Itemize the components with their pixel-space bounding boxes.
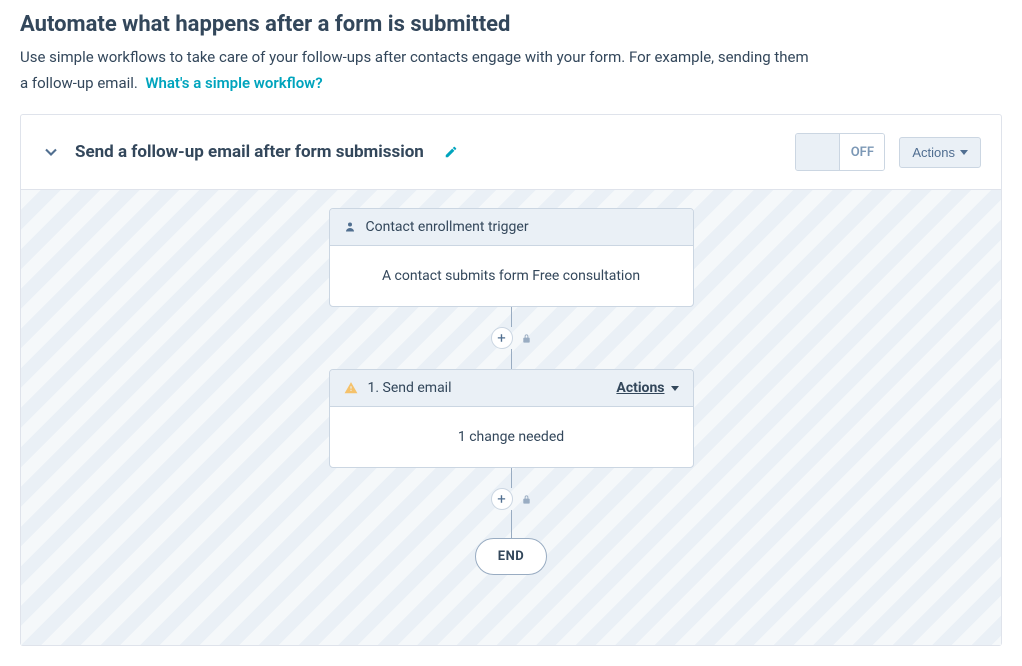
lock-icon	[521, 493, 532, 506]
connector-line	[511, 349, 512, 369]
workflow-panel-header: Send a follow-up email after form submis…	[21, 115, 1001, 190]
trigger-node-header: Contact enrollment trigger	[330, 209, 693, 246]
step-title: 1. Send email	[368, 380, 452, 396]
workflow-actions-button[interactable]: Actions	[899, 137, 981, 168]
page-description-text: Use simple workflows to take care of you…	[20, 48, 809, 92]
add-step-row-2: +	[491, 488, 532, 510]
workflow-actions-label: Actions	[912, 145, 955, 160]
add-step-button[interactable]: +	[491, 488, 513, 510]
simple-workflow-link[interactable]: What's a simple workflow?	[145, 74, 322, 92]
connector-line	[511, 510, 512, 538]
pencil-icon[interactable]	[444, 145, 458, 159]
step-body: 1 change needed	[330, 407, 693, 467]
step-node-header: 1. Send email Actions	[330, 370, 693, 407]
toggle-off-half[interactable]: OFF	[840, 134, 884, 170]
page-description: Use simple workflows to take care of you…	[20, 45, 820, 96]
workflow-flow: Contact enrollment trigger A contact sub…	[21, 208, 1001, 575]
workflow-canvas: Contact enrollment trigger A contact sub…	[21, 190, 1001, 645]
end-node: END	[475, 538, 547, 575]
trigger-node[interactable]: Contact enrollment trigger A contact sub…	[329, 208, 694, 307]
workflow-panel: Send a follow-up email after form submis…	[20, 114, 1002, 646]
page-title: Automate what happens after a form is su…	[20, 12, 1002, 37]
lock-icon	[521, 332, 532, 345]
step-node[interactable]: 1. Send email Actions 1 change needed	[329, 369, 694, 468]
chevron-down-icon[interactable]	[41, 142, 61, 162]
workflow-name: Send a follow-up email after form submis…	[75, 142, 424, 162]
trigger-title: Contact enrollment trigger	[366, 219, 529, 235]
caret-down-icon	[960, 150, 968, 155]
add-step-button[interactable]: +	[491, 327, 513, 349]
connector-line	[511, 468, 512, 488]
contact-icon	[344, 220, 356, 234]
step-actions-button[interactable]: Actions	[616, 380, 664, 396]
caret-down-icon	[671, 386, 679, 391]
warning-icon	[344, 381, 358, 395]
workflow-toggle[interactable]: OFF	[795, 133, 885, 171]
connector-line	[511, 307, 512, 327]
add-step-row-1: +	[491, 327, 532, 349]
trigger-body: A contact submits form Free consultation	[330, 246, 693, 306]
toggle-on-half[interactable]	[796, 134, 840, 170]
